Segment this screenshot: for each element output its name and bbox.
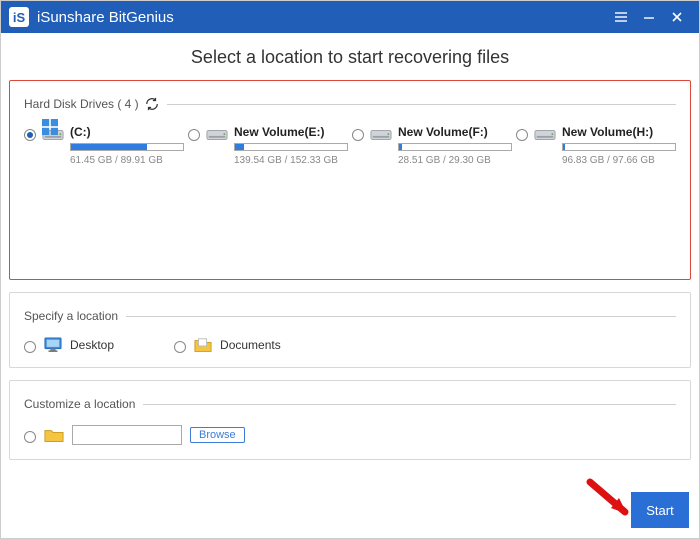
drive-list: (C:) 61.45 GB / 89.91 GB New Volume(E:) … bbox=[24, 125, 676, 166]
main-body: Select a location to start recovering fi… bbox=[1, 33, 699, 538]
refresh-icon[interactable] bbox=[145, 97, 159, 111]
hdd-icon bbox=[206, 127, 228, 143]
drive-item[interactable]: New Volume(F:) 28.51 GB / 29.30 GB bbox=[352, 125, 512, 166]
usage-bar bbox=[398, 143, 512, 151]
usage-bar bbox=[70, 143, 184, 151]
divider bbox=[167, 104, 676, 105]
divider bbox=[126, 316, 676, 317]
radio[interactable] bbox=[352, 129, 364, 141]
drive-size: 139.54 GB / 152.33 GB bbox=[234, 155, 348, 166]
usage-bar bbox=[562, 143, 676, 151]
radio[interactable] bbox=[24, 341, 36, 353]
app-window: iS iSunshare BitGenius Select a location… bbox=[0, 0, 700, 539]
folder-icon bbox=[44, 427, 64, 443]
drive-item[interactable]: New Volume(E:) 139.54 GB / 152.33 GB bbox=[188, 125, 348, 166]
minimize-button[interactable] bbox=[635, 1, 663, 33]
browse-button[interactable]: Browse bbox=[190, 427, 245, 443]
app-title: iSunshare BitGenius bbox=[37, 9, 174, 26]
page-title: Select a location to start recovering fi… bbox=[9, 47, 691, 68]
radio[interactable] bbox=[24, 431, 36, 443]
desktop-icon bbox=[44, 337, 62, 353]
location-label: Documents bbox=[220, 338, 281, 352]
drive-size: 61.45 GB / 89.91 GB bbox=[70, 155, 184, 166]
hdd-label: Hard Disk Drives ( 4 ) bbox=[24, 97, 159, 111]
close-button[interactable] bbox=[663, 1, 691, 33]
drive-name: (C:) bbox=[70, 125, 184, 139]
drive-name: New Volume(H:) bbox=[562, 125, 676, 139]
specify-label: Specify a location bbox=[24, 309, 118, 323]
documents-icon bbox=[194, 337, 212, 353]
start-button[interactable]: Start bbox=[631, 492, 689, 528]
drive-item[interactable]: New Volume(H:) 96.83 GB / 97.66 GB bbox=[516, 125, 676, 166]
radio[interactable] bbox=[188, 129, 200, 141]
annotation-arrow bbox=[585, 474, 635, 524]
app-logo-icon: iS bbox=[9, 7, 29, 27]
divider bbox=[143, 404, 676, 405]
menu-button[interactable] bbox=[607, 1, 635, 33]
location-desktop[interactable]: Desktop bbox=[24, 337, 114, 353]
customize-label: Customize a location bbox=[24, 397, 135, 411]
radio[interactable] bbox=[516, 129, 528, 141]
usage-bar bbox=[234, 143, 348, 151]
hdd-icon bbox=[534, 127, 556, 143]
path-input[interactable] bbox=[72, 425, 182, 445]
hdd-icon bbox=[42, 127, 64, 143]
location-documents[interactable]: Documents bbox=[174, 337, 281, 353]
hdd-panel: Hard Disk Drives ( 4 ) (C:) 61.45 GB / 8… bbox=[9, 80, 691, 280]
drive-size: 28.51 GB / 29.30 GB bbox=[398, 155, 512, 166]
titlebar: iS iSunshare BitGenius bbox=[1, 1, 699, 33]
specify-panel: Specify a location Desktop Documents bbox=[9, 292, 691, 368]
location-label: Desktop bbox=[70, 338, 114, 352]
drive-item[interactable]: (C:) 61.45 GB / 89.91 GB bbox=[24, 125, 184, 166]
drive-name: New Volume(E:) bbox=[234, 125, 348, 139]
radio[interactable] bbox=[24, 129, 36, 141]
drive-name: New Volume(F:) bbox=[398, 125, 512, 139]
hdd-icon bbox=[370, 127, 392, 143]
radio[interactable] bbox=[174, 341, 186, 353]
customize-panel: Customize a location Browse bbox=[9, 380, 691, 460]
drive-size: 96.83 GB / 97.66 GB bbox=[562, 155, 676, 166]
